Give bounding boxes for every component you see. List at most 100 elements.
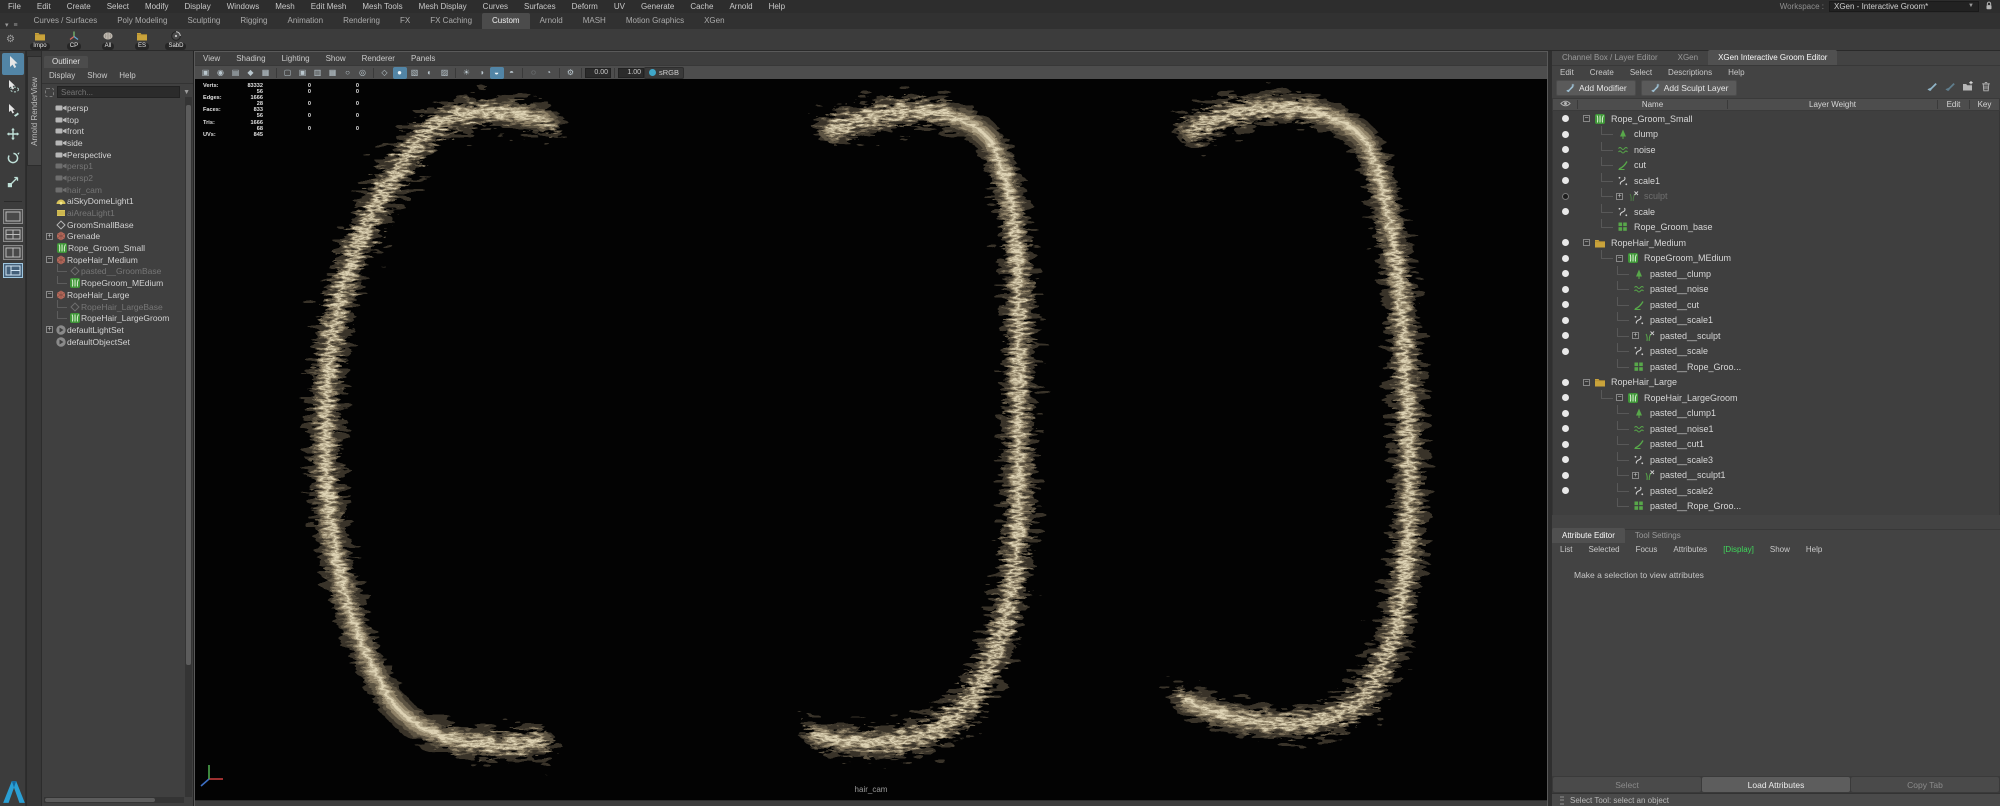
use-default-material-icon[interactable]: ◐: [423, 67, 437, 79]
outliner-item-persp[interactable]: persp: [42, 102, 193, 114]
outliner-tab[interactable]: Outliner: [44, 56, 89, 68]
groom-row-pasted-rope-groo[interactable]: pasted__Rope_Groo...: [1553, 498, 1999, 515]
outliner-item-front[interactable]: front: [42, 125, 193, 137]
shelf-menu-icon[interactable]: ≡: [14, 22, 24, 29]
menu-uv[interactable]: UV: [606, 0, 633, 13]
menu-mesh-tools[interactable]: Mesh Tools: [354, 0, 410, 13]
outliner-item-ropegroom-medium[interactable]: RopeGroom_MEdium: [42, 276, 193, 289]
menu-mesh-display[interactable]: Mesh Display: [411, 0, 475, 13]
visibility-dot[interactable]: [1561, 471, 1569, 479]
collapse-icon[interactable]: −: [1616, 394, 1623, 402]
select-button[interactable]: Select: [1553, 777, 1701, 792]
shelf-tab-arnold[interactable]: Arnold: [530, 13, 573, 29]
select-by-name-icon[interactable]: [45, 87, 54, 97]
tab-xgen-interactive-groom-editor[interactable]: XGen Interactive Groom Editor: [1708, 50, 1838, 65]
xgen-menu-help[interactable]: Help: [1720, 66, 1752, 79]
collapse-icon[interactable]: −: [1616, 254, 1623, 262]
paint-select-tool[interactable]: [2, 101, 24, 123]
outliner-item-aiarealight1[interactable]: aiAreaLight1: [42, 207, 193, 219]
outliner-horizontal-scrollbar[interactable]: [44, 797, 184, 803]
shelf-tab-animation[interactable]: Animation: [278, 13, 334, 29]
visibility-dot[interactable]: [1561, 208, 1569, 216]
groom-row-pasted-noise1[interactable]: pasted__noise1: [1553, 420, 1999, 437]
outliner-item-perspective[interactable]: Perspective: [42, 149, 193, 161]
visibility-dot[interactable]: [1561, 270, 1569, 278]
outliner-menu-help[interactable]: Help: [114, 70, 140, 81]
visibility-dot[interactable]: [1561, 177, 1569, 185]
groom-row-pasted-clump1[interactable]: pasted__clump1: [1553, 405, 1999, 422]
outliner-item-persp1[interactable]: persp1: [42, 160, 193, 172]
expand-icon[interactable]: +: [46, 232, 53, 240]
select-camera-icon[interactable]: ▣: [199, 67, 213, 79]
column-layer-weight[interactable]: Layer Weight: [1727, 100, 1937, 109]
xgen-menu-descriptions[interactable]: Descriptions: [1660, 66, 1720, 79]
groom-row-pasted-scale2[interactable]: pasted__scale2: [1553, 482, 1999, 499]
shelf-tab-mash[interactable]: MASH: [573, 13, 616, 29]
xgen-menu-edit[interactable]: Edit: [1552, 66, 1582, 79]
visibility-dot[interactable]: [1561, 301, 1569, 309]
two-pane-layout[interactable]: [2, 245, 23, 260]
visibility-dot[interactable]: [1561, 440, 1569, 448]
visibility-dot[interactable]: [1561, 161, 1569, 169]
menu-surfaces[interactable]: Surfaces: [516, 0, 564, 13]
outliner-item-grenade[interactable]: + Grenade: [42, 231, 193, 243]
groom-row-ropegroom-medium[interactable]: − RopeGroom_MEdium: [1553, 250, 1999, 267]
shelf-tab-xgen[interactable]: XGen: [694, 13, 734, 29]
gate-mask-icon[interactable]: ▥: [311, 67, 325, 79]
lasso-select-tool[interactable]: [2, 77, 24, 99]
outliner-item-defaultobjectset[interactable]: defaultObjectSet: [42, 336, 193, 348]
add-sculpt-layer-button[interactable]: Add Sculpt Layer: [1640, 80, 1738, 96]
xgen-menu-select[interactable]: Select: [1622, 66, 1660, 79]
groom-row-pasted-noise[interactable]: pasted__noise: [1553, 281, 1999, 298]
menu-windows[interactable]: Windows: [219, 0, 267, 13]
ae-menu-attributes[interactable]: Attributes: [1665, 543, 1715, 556]
groom-row-scale[interactable]: scale: [1553, 203, 1999, 220]
shelf-tab-poly-modeling[interactable]: Poly Modeling: [107, 13, 177, 29]
outliner-item-ropehair-largegroom[interactable]: RopeHair_LargeGroom: [42, 311, 193, 324]
lock-camera-icon[interactable]: ◉: [214, 67, 228, 79]
outliner-menu-display[interactable]: Display: [44, 70, 80, 81]
column-key[interactable]: Key: [1969, 100, 1999, 109]
wireframe-on-shaded-icon[interactable]: ▨: [438, 67, 452, 79]
tab-tool-settings[interactable]: Tool Settings: [1625, 528, 1691, 543]
outliner-vertical-scrollbar[interactable]: [185, 97, 192, 797]
visibility-dot[interactable]: [1561, 425, 1569, 433]
scale-tool[interactable]: [2, 173, 24, 195]
groom-row-pasted-sculpt1[interactable]: + pasted__sculpt1: [1553, 467, 1999, 484]
groom-row-pasted-cut1[interactable]: pasted__cut1: [1553, 436, 1999, 453]
groom-row-rope-groom-small[interactable]: − Rope_Groom_Small: [1553, 111, 1999, 127]
groom-row-ropehair-medium[interactable]: − RopeHair_Medium: [1553, 235, 1999, 251]
groom-row-pasted-scale3[interactable]: pasted__scale3: [1553, 451, 1999, 468]
ae-menu-selected[interactable]: Selected: [1580, 543, 1627, 556]
image-plane-icon[interactable]: ▦: [259, 67, 273, 79]
outliner-item-persp2[interactable]: persp2: [42, 172, 193, 184]
groom-row-scale1[interactable]: scale1: [1553, 172, 1999, 189]
outliner-menu-show[interactable]: Show: [82, 70, 112, 81]
viewport-menu-panels[interactable]: Panels: [403, 52, 443, 65]
expand-icon[interactable]: +: [46, 326, 53, 334]
load-attributes-button[interactable]: Load Attributes: [1702, 777, 1850, 792]
visibility-dot[interactable]: [1561, 115, 1569, 123]
groom-row-cut[interactable]: cut: [1553, 157, 1999, 174]
column-edit[interactable]: Edit: [1937, 100, 1969, 109]
lock-icon[interactable]: [1984, 0, 1994, 16]
visibility-dot[interactable]: [1561, 239, 1569, 247]
shelf-button-sabd[interactable]: SabD: [161, 30, 191, 50]
menu-curves[interactable]: Curves: [475, 0, 516, 13]
column-name[interactable]: Name: [1577, 100, 1727, 109]
groom-row-sculpt[interactable]: + sculpt: [1553, 188, 1999, 205]
ae-menu-list[interactable]: List: [1552, 543, 1580, 556]
menu-select[interactable]: Select: [99, 0, 137, 13]
tab-arnold-renderview[interactable]: Arnold RenderView: [27, 56, 42, 166]
xray-icon[interactable]: ◔: [542, 67, 556, 79]
outliner-item-hair-cam[interactable]: hair_cam: [42, 184, 193, 196]
add-folder-button[interactable]: [1962, 79, 1974, 97]
visibility-dot[interactable]: [1561, 456, 1569, 464]
menu-edit-mesh[interactable]: Edit Mesh: [303, 0, 355, 13]
shelf-tabs-toggle-icon[interactable]: ▾: [0, 21, 14, 29]
viewport-menu-renderer[interactable]: Renderer: [354, 52, 403, 65]
smooth-shade-icon[interactable]: ●: [392, 66, 407, 79]
groom-row-ropehair-large[interactable]: − RopeHair_Large: [1553, 375, 1999, 391]
visibility-dot[interactable]: [1561, 285, 1569, 293]
tab-channel-box-layer-editor[interactable]: Channel Box / Layer Editor: [1552, 50, 1668, 65]
